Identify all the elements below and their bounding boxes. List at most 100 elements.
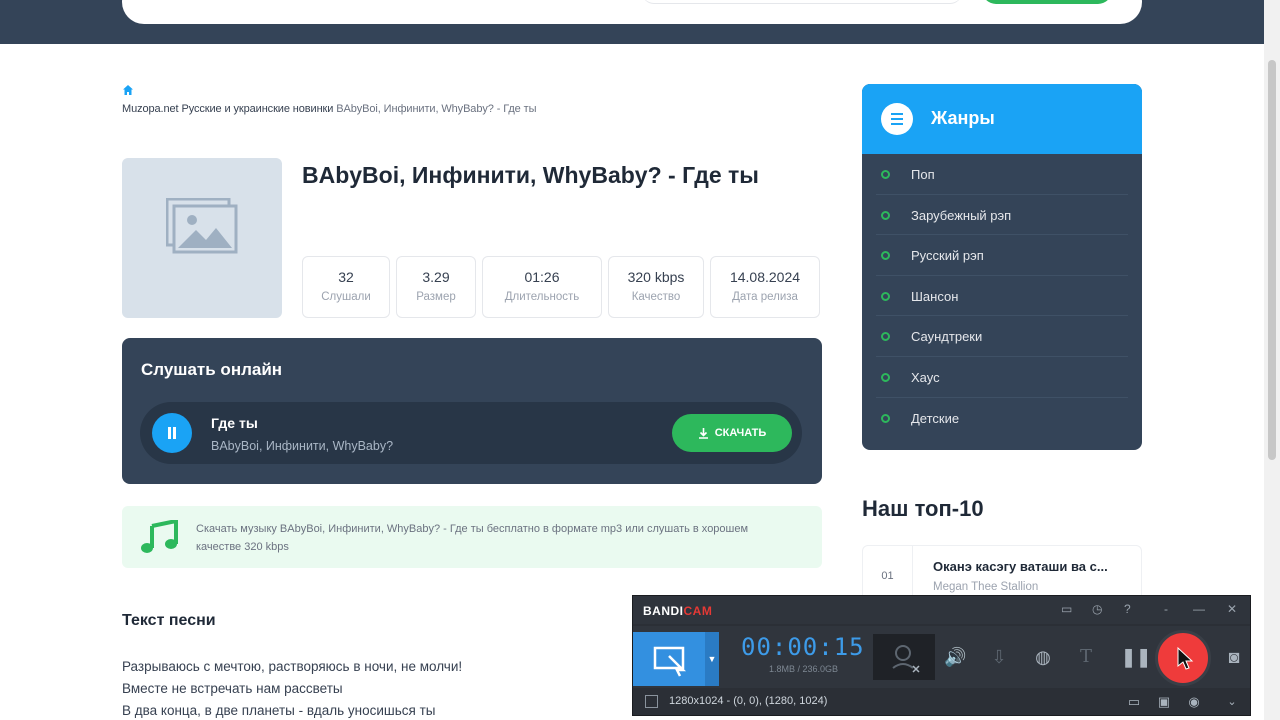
stat-quality: 320 kbps Качество bbox=[608, 256, 704, 318]
page: Muzopa.net Русские и украинские новинки … bbox=[0, 0, 1280, 720]
genre-label[interactable]: Поп bbox=[911, 167, 935, 182]
bullet-icon bbox=[881, 210, 890, 220]
search-input[interactable] bbox=[642, 0, 962, 4]
lyrics-line: В два конца, в две планеты - вдаль уноси… bbox=[122, 703, 436, 718]
bandicam-window: BANDICAM ▭ ◷ ? - — ✕ ▼ 00:00:15 1.8MB / … bbox=[632, 595, 1251, 716]
track-stats: 32 Слушали 3.29 Размер 01:26 Длительност… bbox=[302, 256, 820, 318]
genre-item[interactable]: Русский рэп bbox=[876, 235, 1128, 276]
stat-value: 14.08.2024 bbox=[729, 269, 801, 285]
stat-label: Длительность bbox=[504, 291, 580, 303]
bullet-icon bbox=[881, 291, 890, 301]
stat-value: 3.29 bbox=[422, 269, 450, 285]
bandicam-logo: BANDICAM bbox=[643, 604, 712, 618]
image-icon[interactable]: ▣ bbox=[1153, 691, 1175, 713]
webcam-off-icon bbox=[892, 645, 920, 673]
top10-heading: Наш топ-10 bbox=[862, 496, 984, 521]
top10-title[interactable]: Оканэ касэгу ваташи ва с... bbox=[933, 559, 1108, 574]
lyrics-line: Разрываюсь с мечтою, растворяюсь в ночи,… bbox=[122, 659, 463, 674]
pause-button[interactable] bbox=[152, 413, 192, 453]
genres-title: Жанры bbox=[931, 108, 995, 128]
music-note-icon bbox=[141, 520, 178, 553]
genre-item[interactable]: Саундтреки bbox=[876, 316, 1128, 357]
help-icon[interactable]: ? bbox=[1124, 602, 1131, 616]
bandicam-logo-a: BANDI bbox=[643, 604, 684, 618]
breadcrumb: Muzopa.net Русские и украинские новинки … bbox=[122, 103, 537, 115]
album-cover bbox=[122, 158, 282, 318]
close-icon[interactable]: ✕ bbox=[1227, 602, 1237, 616]
bandicam-titlebar[interactable]: BANDICAM ▭ ◷ ? - — ✕ bbox=[633, 596, 1250, 624]
minimize-tray-icon[interactable]: - bbox=[1164, 602, 1168, 616]
minimize-icon[interactable]: — bbox=[1193, 602, 1205, 616]
bullet-icon bbox=[881, 372, 890, 382]
genre-label[interactable]: Саундтреки bbox=[911, 329, 982, 344]
stat-listens: 32 Слушали bbox=[302, 256, 390, 318]
screenshot-camera-icon[interactable]: ◙ bbox=[1223, 646, 1245, 668]
download-button[interactable]: СКАЧАТЬ bbox=[672, 414, 792, 452]
stat-label: Размер bbox=[416, 291, 456, 303]
genre-item[interactable]: Поп bbox=[876, 154, 1128, 195]
stop-record-button[interactable] bbox=[1155, 630, 1211, 686]
genre-label[interactable]: Шансон bbox=[911, 289, 958, 304]
genre-label[interactable]: Детские bbox=[911, 411, 959, 426]
page-scrollbar[interactable] bbox=[1264, 0, 1280, 720]
genre-item[interactable]: Хаус bbox=[876, 357, 1128, 398]
stat-value: 32 bbox=[338, 269, 354, 285]
download-icon bbox=[698, 427, 708, 439]
search-bar[interactable] bbox=[122, 0, 1142, 24]
capture-region-text: 1280x1024 - (0, 0), (1280, 1024) bbox=[669, 695, 828, 707]
home-icon[interactable] bbox=[122, 84, 134, 96]
scroll-thumb[interactable] bbox=[1268, 60, 1276, 460]
image-placeholder-icon bbox=[166, 198, 238, 254]
genre-item[interactable]: Детские bbox=[876, 398, 1128, 439]
bandicam-toolbar: ▼ 00:00:15 1.8MB / 236.0GB 🔊 ⇩ ◍ T ❚❚ ◙ bbox=[633, 626, 1250, 688]
folder-icon[interactable]: ▭ bbox=[1061, 602, 1072, 616]
video-icon[interactable]: ▭ bbox=[1123, 691, 1145, 713]
breadcrumb-site[interactable]: Muzopa.net bbox=[122, 103, 179, 115]
stat-label: Дата релиза bbox=[732, 291, 798, 303]
top10-artist: Megan Thee Stallion bbox=[933, 581, 1039, 593]
lyrics-heading: Текст песни bbox=[122, 612, 216, 629]
stat-release-date: 14.08.2024 Дата релиза bbox=[710, 256, 820, 318]
lyrics-text: Разрываюсь с мечтою, растворяюсь в ночи,… bbox=[122, 656, 462, 720]
genre-item[interactable]: Зарубежный рэп bbox=[876, 195, 1128, 236]
webcam-toggle[interactable] bbox=[873, 634, 935, 680]
cursor-icon bbox=[1177, 646, 1194, 670]
player-track-row[interactable]: Где ты BAbyBoi, Инфинити, WhyBaby? СКАЧА… bbox=[140, 402, 802, 464]
breadcrumb-category[interactable]: Русские и украинские новинки bbox=[181, 103, 333, 115]
breadcrumb-current: BAbyBoi, Инфинити, WhyBaby? - Где ты bbox=[336, 103, 537, 115]
cursor-effect-icon[interactable]: ◍ bbox=[1032, 646, 1054, 668]
genres-header: Жанры bbox=[862, 84, 1142, 154]
player-artist: BAbyBoi, Инфинити, WhyBaby? bbox=[211, 439, 394, 453]
stat-duration: 01:26 Длительность bbox=[482, 256, 602, 318]
text-overlay-icon[interactable]: T bbox=[1075, 646, 1097, 668]
bullet-icon bbox=[881, 332, 890, 342]
genre-label[interactable]: Хаус bbox=[911, 370, 940, 385]
stat-value: 320 kbps bbox=[627, 269, 685, 285]
bullet-icon bbox=[881, 170, 890, 179]
collapse-icon[interactable]: ⌄ bbox=[1221, 691, 1243, 713]
bullet-icon bbox=[881, 413, 890, 423]
bandicam-statusbar: 1280x1024 - (0, 0), (1280, 1024) ▭ ▣ ◉ ⌄ bbox=[633, 689, 1250, 715]
stat-label: Слушали bbox=[321, 291, 371, 303]
track-title: BAbyBoi, Инфинити, WhyBaby? - Где ты bbox=[302, 162, 759, 188]
genres-panel: Жанры Поп Зарубежный рэп Русский рэп Шан… bbox=[862, 84, 1142, 450]
region-checkbox[interactable] bbox=[645, 695, 658, 708]
audio-icon[interactable]: ◉ bbox=[1183, 691, 1205, 713]
clock-icon[interactable]: ◷ bbox=[1092, 602, 1102, 616]
genre-label[interactable]: Русский рэп bbox=[911, 248, 984, 263]
player-song-name: Где ты bbox=[211, 415, 258, 431]
bandicam-logo-b: CAM bbox=[683, 604, 713, 618]
download-info-box: Скачать музыку BAbyBoi, Инфинити, WhyBab… bbox=[122, 506, 822, 568]
stat-size: 3.29 Размер bbox=[396, 256, 476, 318]
stat-value: 01:26 bbox=[524, 269, 560, 285]
player-heading: Слушать онлайн bbox=[141, 360, 283, 379]
genre-item[interactable]: Шансон bbox=[876, 276, 1128, 317]
lyrics-line: Вместе не встречать нам рассветы bbox=[122, 681, 343, 696]
search-button[interactable] bbox=[982, 0, 1112, 4]
genre-label[interactable]: Зарубежный рэп bbox=[911, 208, 1011, 223]
mode-dropdown-arrow[interactable]: ▼ bbox=[705, 632, 719, 686]
pause-record-icon[interactable]: ❚❚ bbox=[1121, 646, 1151, 668]
speaker-icon[interactable]: 🔊 bbox=[944, 646, 966, 668]
microphone-off-icon[interactable]: ⇩ bbox=[988, 646, 1010, 668]
recording-timer: 00:00:15 bbox=[741, 633, 865, 661]
